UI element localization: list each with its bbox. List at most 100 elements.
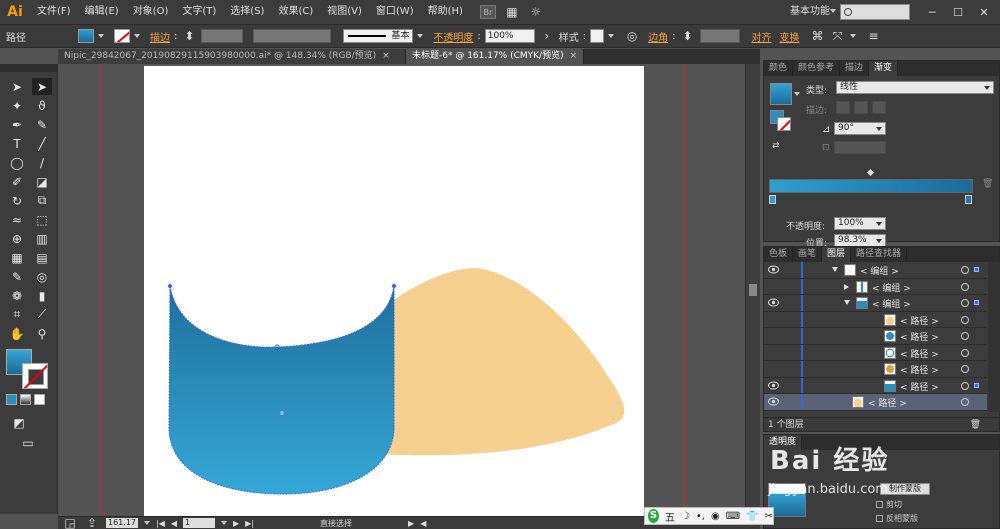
type-tool-icon[interactable]: T (7, 135, 27, 152)
shape-builder-tool-icon[interactable]: ⊕ (7, 230, 27, 247)
slice-tool-icon[interactable]: ⟋ (32, 306, 52, 323)
perspective-grid-tool-icon[interactable]: ▥ (32, 230, 52, 247)
gradient-mode-button[interactable] (20, 394, 31, 405)
trash-icon[interactable]: 🗑 (982, 179, 993, 189)
anchor-point[interactable] (392, 284, 396, 288)
center-point[interactable] (280, 411, 284, 415)
scroll-thumb[interactable] (749, 284, 757, 296)
target-icon[interactable] (961, 365, 969, 373)
vertical-scrollbar[interactable] (745, 64, 760, 516)
recolor-artwork-icon[interactable]: ◎ (624, 28, 640, 44)
selection-tool-icon[interactable]: ➤ (7, 78, 27, 95)
drawing-mode-icon[interactable]: ◩ (9, 414, 29, 431)
trash-icon[interactable]: 🗑 (970, 418, 981, 432)
chevron-down-icon[interactable] (144, 521, 150, 525)
pencil-tool-icon[interactable]: ✐ (7, 173, 27, 190)
lasso-tool-icon[interactable]: ϑ (32, 97, 52, 114)
opacity-link[interactable]: 不透明度 (433, 29, 473, 44)
layers-scrollbar[interactable] (988, 262, 1000, 412)
minimize-icon[interactable]: ─ (922, 0, 942, 24)
menu-file[interactable]: 文件(F) (30, 0, 78, 24)
scroll-left-icon[interactable]: ◀ (420, 519, 426, 528)
line-tool-icon[interactable]: ╱ (32, 135, 52, 152)
target-icon[interactable] (961, 381, 969, 390)
angle-input[interactable]: 90° (834, 122, 886, 135)
target-icon[interactable] (961, 348, 969, 357)
clip-checkbox[interactable]: 剪切 (876, 499, 902, 510)
menu-view[interactable]: 视图(V) (320, 0, 369, 24)
visibility-toggle[interactable] (768, 315, 779, 324)
chevron-down-icon[interactable] (221, 521, 228, 525)
panel-menu-icon[interactable]: ≡ (866, 28, 882, 44)
target-icon[interactable] (961, 332, 969, 340)
tab-pathfinder[interactable]: 路径查找器 (851, 247, 908, 262)
cup-body-shape[interactable] (168, 285, 395, 495)
graphic-style-swatch[interactable] (590, 29, 605, 43)
chevron-right-icon[interactable]: › (539, 28, 555, 44)
gradient-midpoint[interactable] (866, 168, 875, 177)
chevron-down-icon[interactable] (134, 34, 140, 38)
canvas-area[interactable] (58, 64, 751, 516)
gradient-stop-start[interactable] (769, 195, 776, 204)
stroke-gradient-option-3[interactable] (872, 101, 886, 114)
mesh-tool-icon[interactable]: ▦ (7, 249, 27, 266)
artboard-number-input[interactable]: 1 (183, 518, 216, 528)
chevron-down-icon[interactable] (849, 34, 856, 38)
screen-mode-icon[interactable]: ▭ (18, 434, 38, 451)
stepper-icon[interactable]: ⬍ (680, 28, 696, 44)
next-artboard-icon[interactable]: ▶ (233, 519, 239, 528)
rotate-view-icon[interactable]: ◲ (62, 515, 78, 529)
layer-row[interactable]: < 路径 > (764, 328, 987, 345)
opacity-input[interactable]: 100% (484, 29, 535, 43)
layer-row[interactable]: < 路径 > (764, 344, 987, 361)
gpu-performance-icon[interactable]: ☼ (528, 4, 544, 20)
stroke-gradient-option-2[interactable] (854, 101, 868, 114)
variable-width-field[interactable] (253, 29, 332, 43)
paintbrush-tool-icon[interactable]: ∕ (32, 154, 52, 171)
skin-icon[interactable]: 👕 (746, 511, 758, 522)
anchor-point[interactable] (168, 284, 172, 288)
ime-mode[interactable]: 五 (665, 509, 675, 524)
corner-link[interactable]: 边角 (648, 29, 668, 44)
sogou-logo-icon[interactable]: S (648, 509, 659, 523)
chevron-right-icon[interactable] (844, 283, 849, 290)
brush-definition-select[interactable]: 基本 (343, 29, 414, 43)
sand-pile-shape[interactable] (376, 268, 625, 456)
help-search-input[interactable] (840, 4, 910, 20)
status-menu-icon[interactable]: ▶ (408, 519, 414, 528)
chevron-down-icon[interactable] (794, 92, 800, 96)
close-icon[interactable]: × (382, 51, 390, 61)
eye-icon[interactable] (768, 265, 779, 274)
reverse-gradient-icon[interactable]: ⇄ (772, 141, 780, 151)
tab-layers[interactable]: 图层 (822, 247, 852, 262)
tab-color[interactable]: 颜色 (764, 61, 794, 76)
eyedropper-tool-icon[interactable]: ✎ (7, 268, 27, 285)
toolbox-header[interactable] (0, 64, 57, 72)
keyboard-icon[interactable]: ⌨ (726, 511, 740, 522)
artboard-tool-icon[interactable]: ⌗ (7, 306, 27, 323)
tab-color-guide[interactable]: 颜色参考 (793, 61, 841, 76)
tab-stroke[interactable]: 描边 (840, 61, 870, 76)
eraser-tool-icon[interactable]: ◪ (32, 173, 52, 190)
voice-icon[interactable]: ◉ (711, 511, 720, 522)
close-icon[interactable]: × (570, 51, 578, 61)
gradient-tool-icon[interactable]: ▤ (32, 249, 52, 266)
tab-swatches[interactable]: 色板 (764, 247, 794, 262)
moon-icon[interactable]: ☽ (681, 511, 690, 522)
last-artboard-icon[interactable]: ▶| (245, 519, 254, 528)
blend-tool-icon[interactable]: ◎ (32, 268, 52, 285)
menu-effect[interactable]: 效果(C) (271, 0, 320, 24)
workspace-switcher[interactable]: 基本功能 (790, 0, 830, 24)
column-graph-tool-icon[interactable]: ▮ (32, 287, 52, 304)
layer-row[interactable]: < 路径 > (764, 377, 987, 394)
transform-options-icon[interactable]: ⤧ (830, 28, 846, 44)
maximize-icon[interactable]: ☐ (948, 0, 968, 24)
target-icon[interactable] (961, 266, 969, 274)
chevron-down-icon[interactable] (98, 34, 104, 38)
stroke-color-swatch[interactable] (22, 363, 48, 389)
chevron-down-icon[interactable] (608, 34, 615, 38)
align-link[interactable]: 对齐 (752, 29, 772, 44)
direct-selection-tool-icon[interactable]: ➤ (32, 78, 52, 95)
target-icon[interactable] (961, 282, 969, 291)
arrange-documents-icon[interactable]: ▦ (504, 4, 520, 20)
